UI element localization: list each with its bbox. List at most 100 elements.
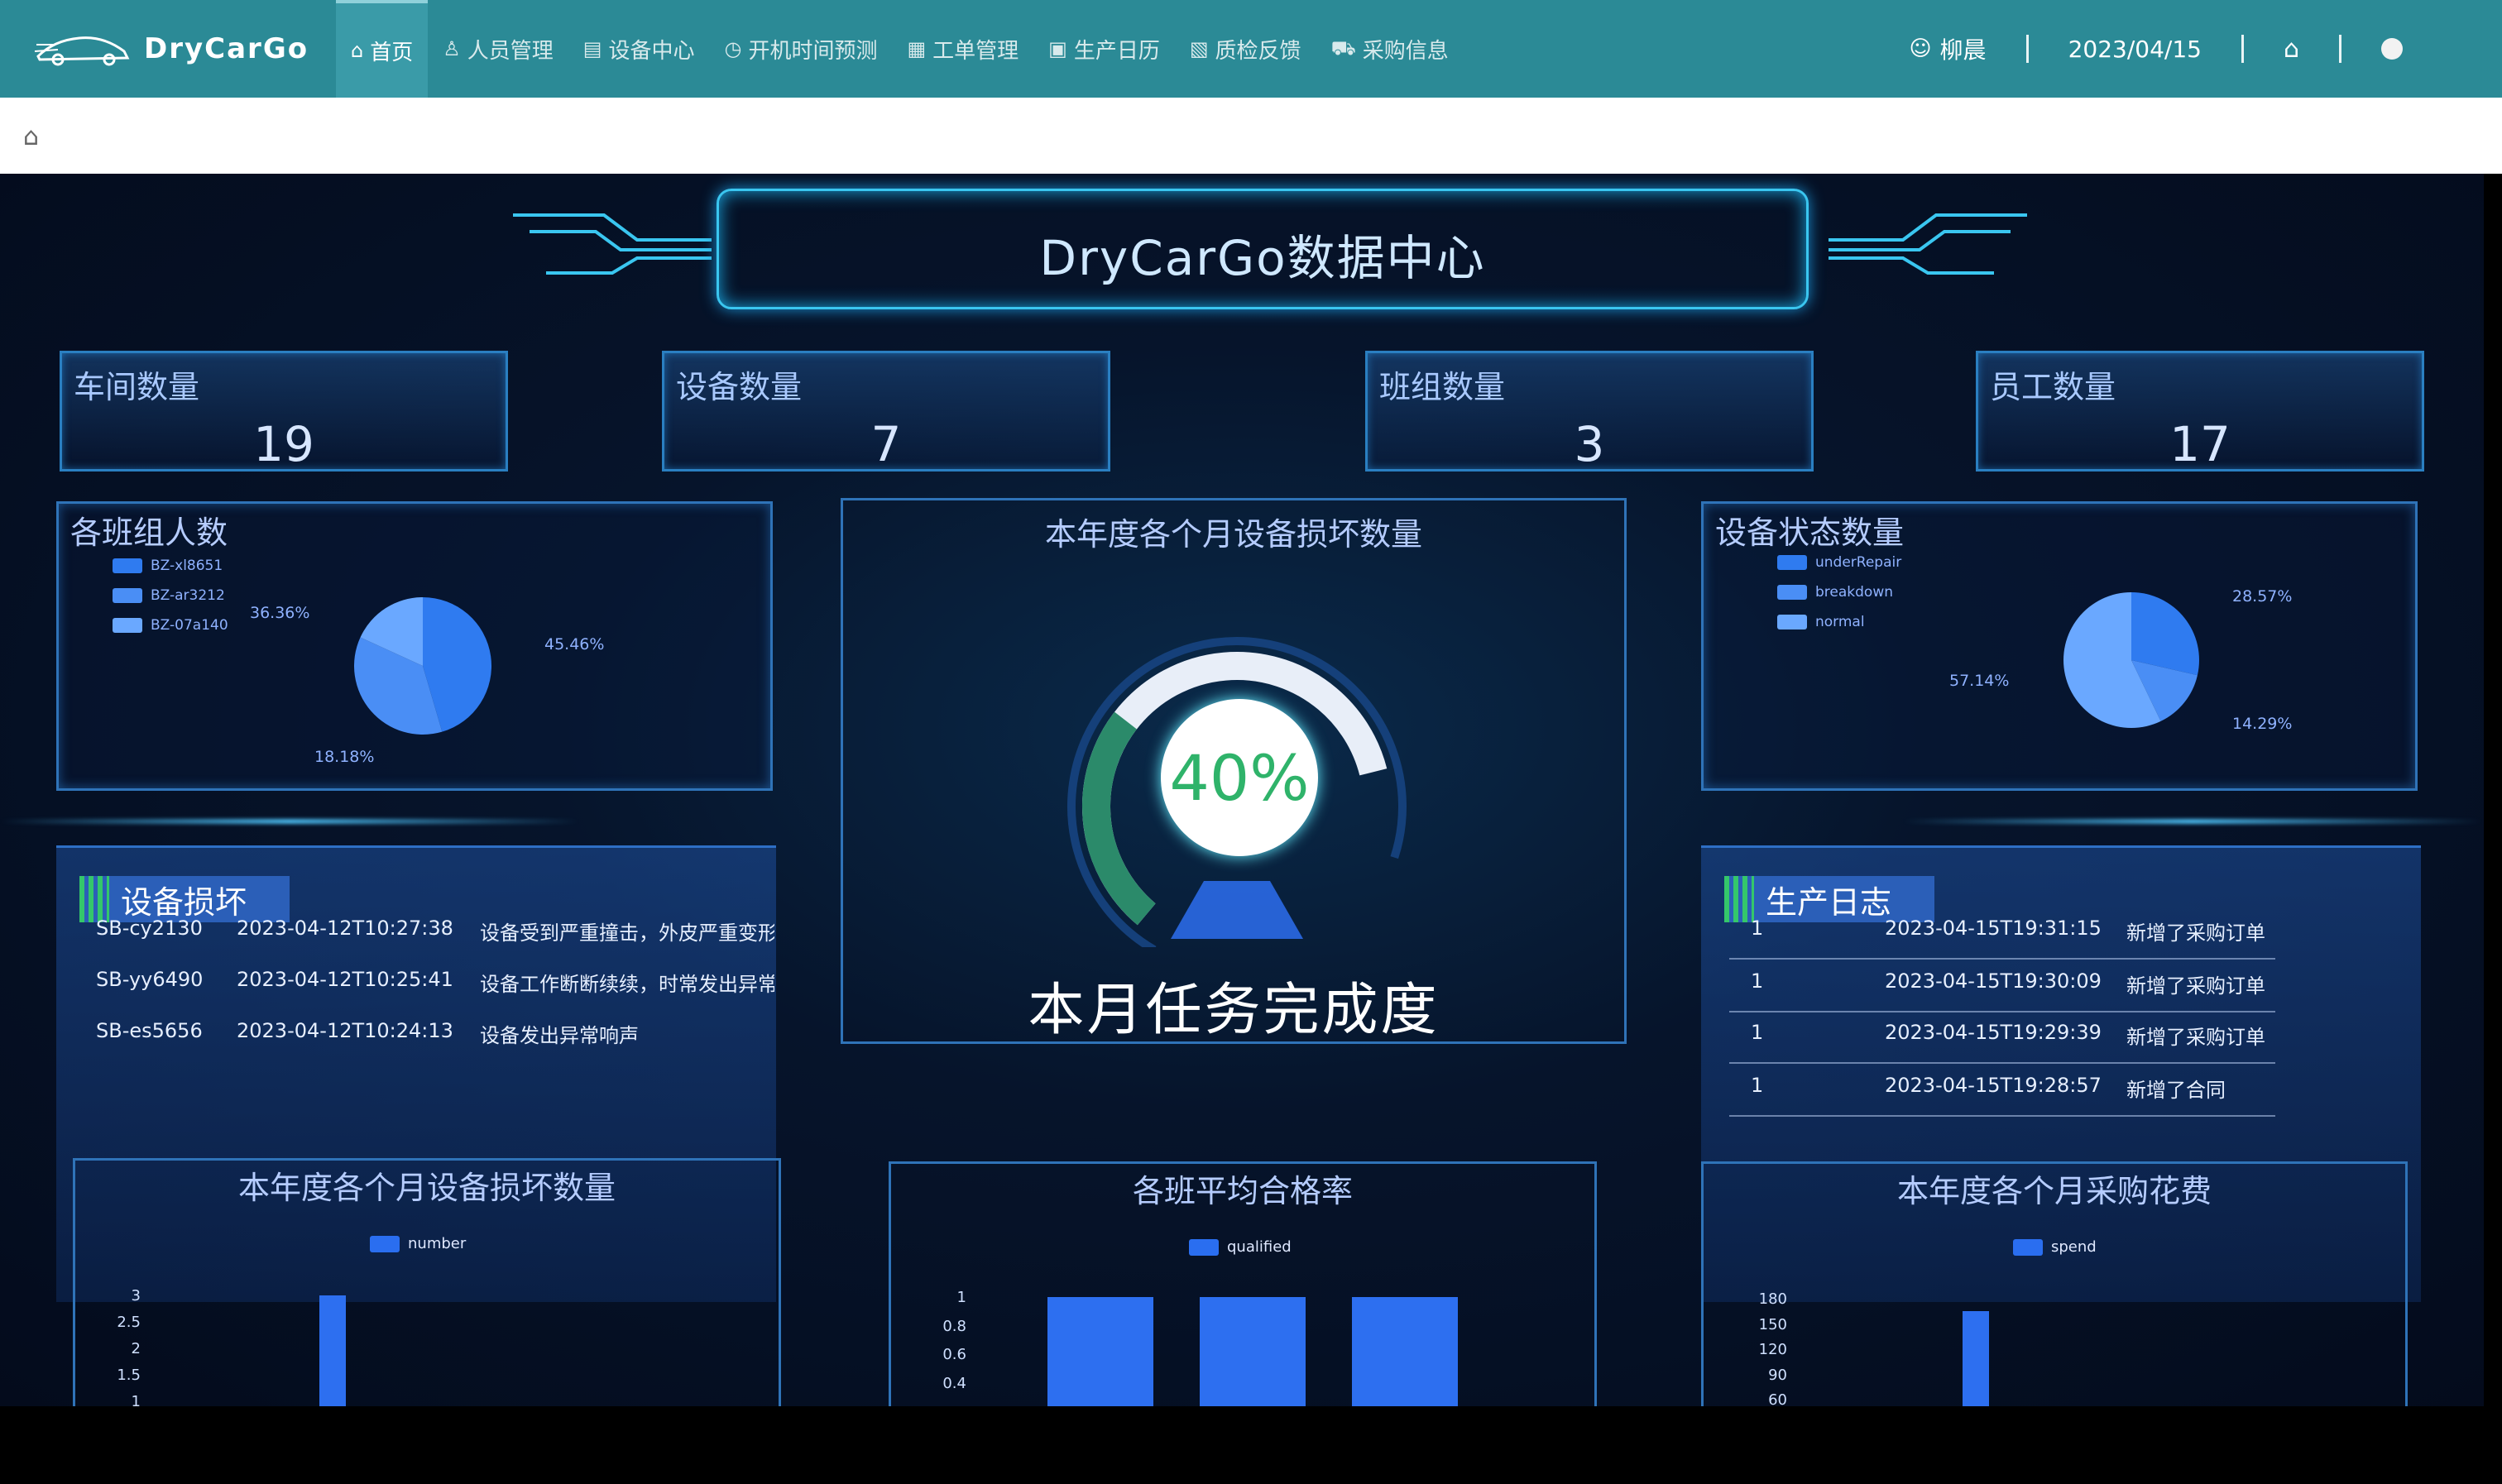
- stat-label: 车间数量: [74, 369, 200, 405]
- monthly-spend-chart-panel: 本年度各个月采购花费 spend: [1701, 1161, 2408, 1406]
- nav-icon: ♙: [443, 37, 461, 60]
- y-tick-label: 90: [1768, 1366, 1787, 1384]
- bar[interactable]: [1200, 1297, 1306, 1406]
- bar[interactable]: [1047, 1297, 1153, 1406]
- nav-right-area: ☺ 柳晨 2023/04/15 ⌂: [1909, 0, 2403, 98]
- nav-item[interactable]: ◷ 开机时间预测: [709, 0, 892, 98]
- light-streak: [1903, 819, 2482, 824]
- divider: [2339, 35, 2341, 63]
- nav-label: 首页: [370, 40, 414, 65]
- legend-item[interactable]: BZ-ar3212: [113, 587, 225, 604]
- home-icon[interactable]: ⌂: [2284, 35, 2299, 64]
- log-index: 1: [1751, 917, 1764, 940]
- damage-device-id: SB-cy2130: [96, 917, 203, 940]
- bar[interactable]: [1352, 1297, 1458, 1406]
- legend-item[interactable]: breakdown: [1777, 584, 1893, 601]
- legend-item[interactable]: BZ-xl8651: [113, 558, 223, 574]
- nav-item[interactable]: ▦ 工单管理: [892, 0, 1033, 98]
- y-tick-label: 0.4: [942, 1375, 966, 1392]
- chart-legend[interactable]: number: [370, 1235, 466, 1252]
- legend-item[interactable]: normal: [1777, 614, 1865, 630]
- nav-icon: ▣: [1048, 37, 1067, 60]
- log-desc: 新增了合同: [2126, 1079, 2226, 1102]
- pie-label: 36.36%: [250, 604, 310, 622]
- nav-icon: ⌂: [351, 39, 364, 62]
- y-tick-label: 1.5: [117, 1367, 141, 1384]
- nav-item[interactable]: ⌂ 首页: [336, 0, 429, 98]
- row-divider: [1729, 1062, 2275, 1064]
- panel-tag: 生产日志: [1724, 876, 1934, 922]
- title-wing-left: [513, 213, 712, 275]
- legend-label: BZ-ar3212: [151, 587, 225, 604]
- user-icon: ☺: [1909, 36, 1932, 61]
- stat-value: 7: [870, 416, 902, 472]
- completion-percent: 40%: [1161, 699, 1318, 856]
- panel-title: 生产日志: [1766, 883, 1892, 921]
- log-desc: 新增了采购订单: [2126, 922, 2265, 945]
- nav-item[interactable]: ⛟ 采购信息: [1316, 0, 1464, 98]
- row-divider: [1729, 1115, 2275, 1117]
- panel-title: 本年度各个月设备损坏数量: [1044, 516, 1422, 553]
- row-divider: [1729, 1011, 2275, 1012]
- user-menu[interactable]: ☺ 柳晨: [1909, 32, 1986, 65]
- log-index: 1: [1751, 1074, 1764, 1097]
- pie-label: 28.57%: [2232, 587, 2293, 606]
- panel-title: 设备损坏: [121, 883, 247, 921]
- device-status-panel: 设备状态数量: [1701, 501, 2418, 791]
- breadcrumb-home-icon[interactable]: ⌂: [23, 122, 39, 151]
- task-completion-panel: 本年度各个月设备损坏数量 40% 本月任务完成度: [841, 498, 1627, 1044]
- legend-label: BZ-07a140: [151, 617, 228, 634]
- legend-item[interactable]: BZ-07a140: [113, 617, 228, 634]
- chart-legend[interactable]: qualified: [1189, 1238, 1292, 1256]
- nav-icon: ◷: [724, 37, 742, 60]
- damage-time: 2023-04-12T10:24:13: [237, 1019, 453, 1042]
- legend-swatch: [370, 1235, 400, 1252]
- stat-label: 班组数量: [1379, 369, 1506, 405]
- nav-label: 工单管理: [932, 38, 1019, 64]
- nav-item[interactable]: ▧ 质检反馈: [1175, 0, 1316, 98]
- chart-legend[interactable]: spend: [2013, 1238, 2097, 1256]
- legend-label: underRepair: [1815, 554, 1902, 571]
- nav-icon: ▧: [1189, 37, 1209, 60]
- pie-label: 57.14%: [1949, 672, 2010, 690]
- chart-title: 本年度各个月设备损坏数量: [237, 1170, 616, 1206]
- team-pie-chart: [354, 597, 491, 735]
- nav-item[interactable]: ♙ 人员管理: [428, 0, 568, 98]
- app-logo[interactable]: DryCarGo: [33, 23, 309, 74]
- legend-swatch: [113, 588, 142, 603]
- nav-label: 质检反馈: [1215, 38, 1301, 64]
- stat-card-workshops: 车间数量 19: [60, 351, 508, 472]
- nav-label: 设备中心: [608, 38, 695, 64]
- nav-item[interactable]: ▤ 设备中心: [568, 0, 710, 98]
- legend-label: spend: [2051, 1238, 2097, 1256]
- stat-label: 员工数量: [1990, 369, 2116, 405]
- avatar[interactable]: [2381, 38, 2403, 60]
- log-time: 2023-04-15T19:30:09: [1885, 969, 2102, 993]
- nav-label: 开机时间预测: [748, 38, 878, 64]
- chart-title: 各班平均合格率: [1132, 1173, 1353, 1209]
- legend-swatch: [113, 618, 142, 633]
- y-tick-label: 150: [1758, 1315, 1787, 1333]
- device-status-pie-chart: [2063, 592, 2199, 728]
- legend-item[interactable]: underRepair: [1777, 554, 1901, 571]
- damage-device-id: SB-yy6490: [96, 968, 204, 991]
- stat-card-teams: 班组数量 3: [1365, 351, 1814, 472]
- nav-item[interactable]: ▣ 生产日历: [1033, 0, 1175, 98]
- legend-swatch: [2013, 1238, 2043, 1256]
- y-tick-label: 1: [956, 1289, 966, 1306]
- legend-label: normal: [1815, 614, 1865, 630]
- log-desc: 新增了采购订单: [2126, 1026, 2265, 1049]
- car-logo-icon: [34, 36, 130, 66]
- nav-label: 生产日历: [1073, 38, 1160, 64]
- bar[interactable]: [319, 1295, 346, 1406]
- legend-label: number: [408, 1235, 467, 1252]
- log-index: 1: [1751, 1021, 1764, 1044]
- y-tick-label: 0.6: [942, 1346, 966, 1364]
- divider: [2025, 35, 2029, 63]
- current-date: 2023/04/15: [2068, 35, 2202, 63]
- bar[interactable]: [1963, 1311, 1989, 1406]
- top-nav-bar: DryCarGo ⌂ 首页 ♙ 人员管理 ▤ 设备中心 ◷ 开机时间预测 ▦ 工单管理 ▣ 生产日历 ▧…: [0, 0, 2502, 98]
- nav-icon: ⛟: [1330, 36, 1356, 60]
- pie-label: 14.29%: [2232, 715, 2293, 733]
- log-time: 2023-04-15T19:31:15: [1885, 917, 2102, 940]
